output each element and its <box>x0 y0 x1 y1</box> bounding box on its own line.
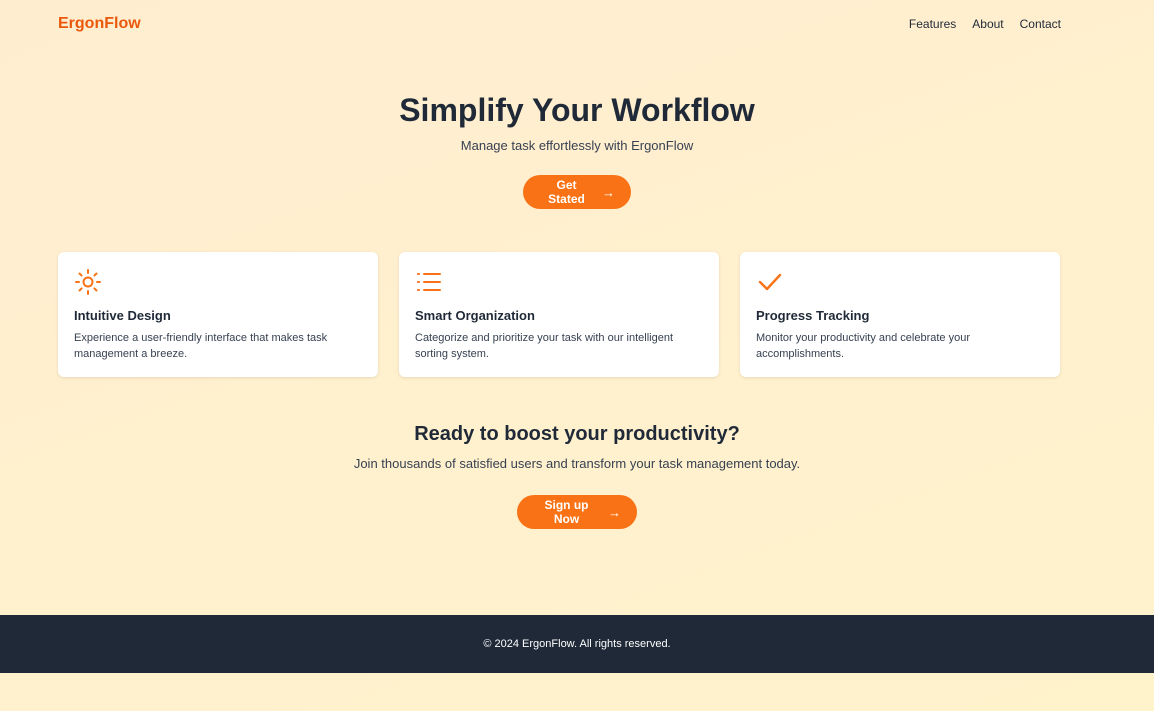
brand-logo[interactable]: ErgonFlow <box>58 15 141 33</box>
feature-title: Intuitive Design <box>74 308 171 323</box>
feature-title: Smart Organization <box>415 308 535 323</box>
footer-copyright: © 2024 ErgonFlow. All rights reserved. <box>483 638 671 650</box>
check-icon <box>758 273 782 291</box>
sign-up-label: Sign up Now <box>544 498 589 526</box>
sun-icon <box>75 269 101 295</box>
feature-title: Progress Tracking <box>756 308 870 323</box>
feature-text: Monitor your productivity and celebrate … <box>756 332 970 360</box>
arrow-right-icon: → <box>602 184 615 200</box>
sign-up-button[interactable]: Sign up Now → <box>517 495 637 529</box>
nav-link-features[interactable]: Features <box>909 17 956 31</box>
features-cards: Intuitive Design Experience a user-frien… <box>58 252 1060 377</box>
list-icon <box>417 273 441 291</box>
feature-text: Experience a user-friendly interface tha… <box>74 332 328 360</box>
cta-title: Ready to boost your productivity? <box>414 423 740 445</box>
arrow-right-icon: → <box>608 504 621 520</box>
nav-link-contact[interactable]: Contact <box>1020 17 1061 31</box>
feature-card-progress-tracking: Progress Tracking Monitor your productiv… <box>740 252 1060 377</box>
get-started-button[interactable]: Get Stated → <box>523 175 631 209</box>
hero-subtitle: Manage task effortlessly with ErgonFlow <box>460 138 694 153</box>
feature-card-smart-organization: Smart Organization Categorize and priori… <box>399 252 719 377</box>
nav-links: Features About Contact <box>909 17 1061 31</box>
cta-button-wrap: Sign up Now → <box>0 495 1154 529</box>
nav-link-about[interactable]: About <box>972 17 1003 31</box>
cta-section: Ready to boost your productivity? Join t… <box>0 420 1154 471</box>
footer: © 2024 ErgonFlow. All rights reserved. <box>0 615 1154 673</box>
get-started-label: Get Stated <box>548 178 585 206</box>
feature-card-intuitive-design: Intuitive Design Experience a user-frien… <box>58 252 378 377</box>
hero-section: Simplify Your Workflow Manage task effor… <box>0 88 1154 153</box>
hero-button-wrap: Get Stated → <box>0 175 1154 209</box>
top-nav: ErgonFlow Features About Contact <box>58 12 1061 36</box>
cta-subtitle: Join thousands of satisfied users and tr… <box>353 456 801 471</box>
feature-text: Categorize and prioritize your task with… <box>415 332 674 360</box>
hero-title: Simplify Your Workflow <box>399 92 755 128</box>
